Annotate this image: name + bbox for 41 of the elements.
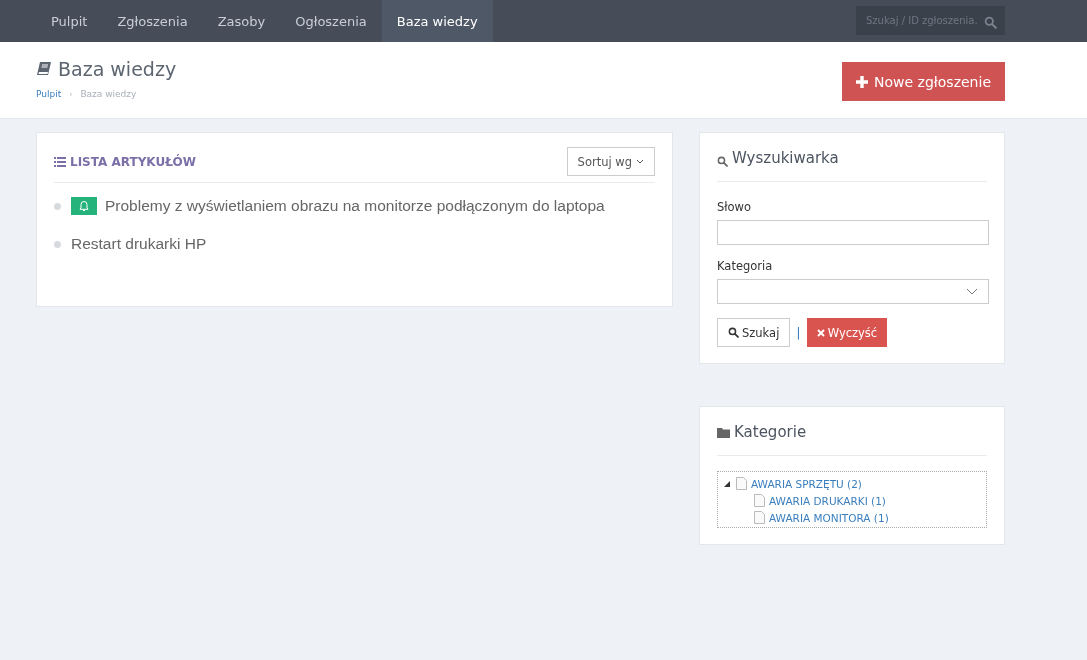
- input-field[interactable]: [717, 220, 989, 245]
- breadcrumb-current: Baza wiedzy: [80, 89, 137, 99]
- nav-tab[interactable]: Zasoby: [202, 0, 281, 42]
- panel-title: LISTA ARTYKUŁÓW: [70, 154, 196, 169]
- plus-icon: [856, 75, 869, 88]
- article-link[interactable]: Problemy z wyświetlaniem obrazu na monitorze podłączonym do laptopa: [105, 197, 605, 215]
- article-link[interactable]: Restart drukarki HP: [71, 235, 207, 253]
- file-icon: [736, 477, 747, 490]
- nav-tab[interactable]: Zgłoszenia: [102, 0, 203, 42]
- breadcrumb-link[interactable]: Pulpit: [36, 89, 62, 99]
- file-icon: [754, 511, 765, 524]
- chevron-down-icon: [966, 288, 978, 295]
- bullet-icon: [54, 240, 61, 248]
- bullet-icon: [54, 202, 61, 210]
- field-label: Słowo: [717, 200, 753, 214]
- search-button[interactable]: Szukaj: [717, 318, 791, 347]
- nav-tab[interactable]: Pulpit: [36, 0, 103, 42]
- list-icon: [54, 156, 66, 167]
- category-link[interactable]: AWARIA SPRZĘTU (2): [751, 477, 862, 490]
- nav-tab[interactable]: Ogłoszenia: [280, 0, 382, 42]
- book-icon: [36, 61, 52, 77]
- chevron-down-icon: [636, 159, 644, 164]
- close-icon: [816, 328, 825, 337]
- panel-title: Wyszukiwarka: [732, 149, 839, 167]
- new-ticket-button[interactable]: Nowe zgłoszenie: [842, 62, 1005, 101]
- separator: |: [796, 325, 801, 340]
- file-icon: [754, 494, 765, 507]
- folder-icon: [717, 426, 730, 438]
- expanded-icon[interactable]: [724, 480, 732, 487]
- category-dropdown[interactable]: [717, 279, 989, 304]
- category-link[interactable]: AWARIA MONITORA (1): [769, 511, 889, 524]
- panel-title: Kategorie: [734, 423, 807, 441]
- field-label: Kategoria: [717, 259, 774, 273]
- category-link[interactable]: AWARIA DRUKARKI (1): [769, 494, 886, 507]
- nav-tab[interactable]: Baza wiedzy: [381, 0, 493, 42]
- page-title: Baza wiedzy: [58, 58, 177, 80]
- search-icon[interactable]: [984, 14, 997, 27]
- breadcrumb-separator: ›: [69, 89, 73, 99]
- clear-button[interactable]: Wyczyść: [806, 318, 888, 347]
- search-icon: [728, 327, 739, 338]
- sort-button[interactable]: Sortuj wg: [566, 147, 655, 176]
